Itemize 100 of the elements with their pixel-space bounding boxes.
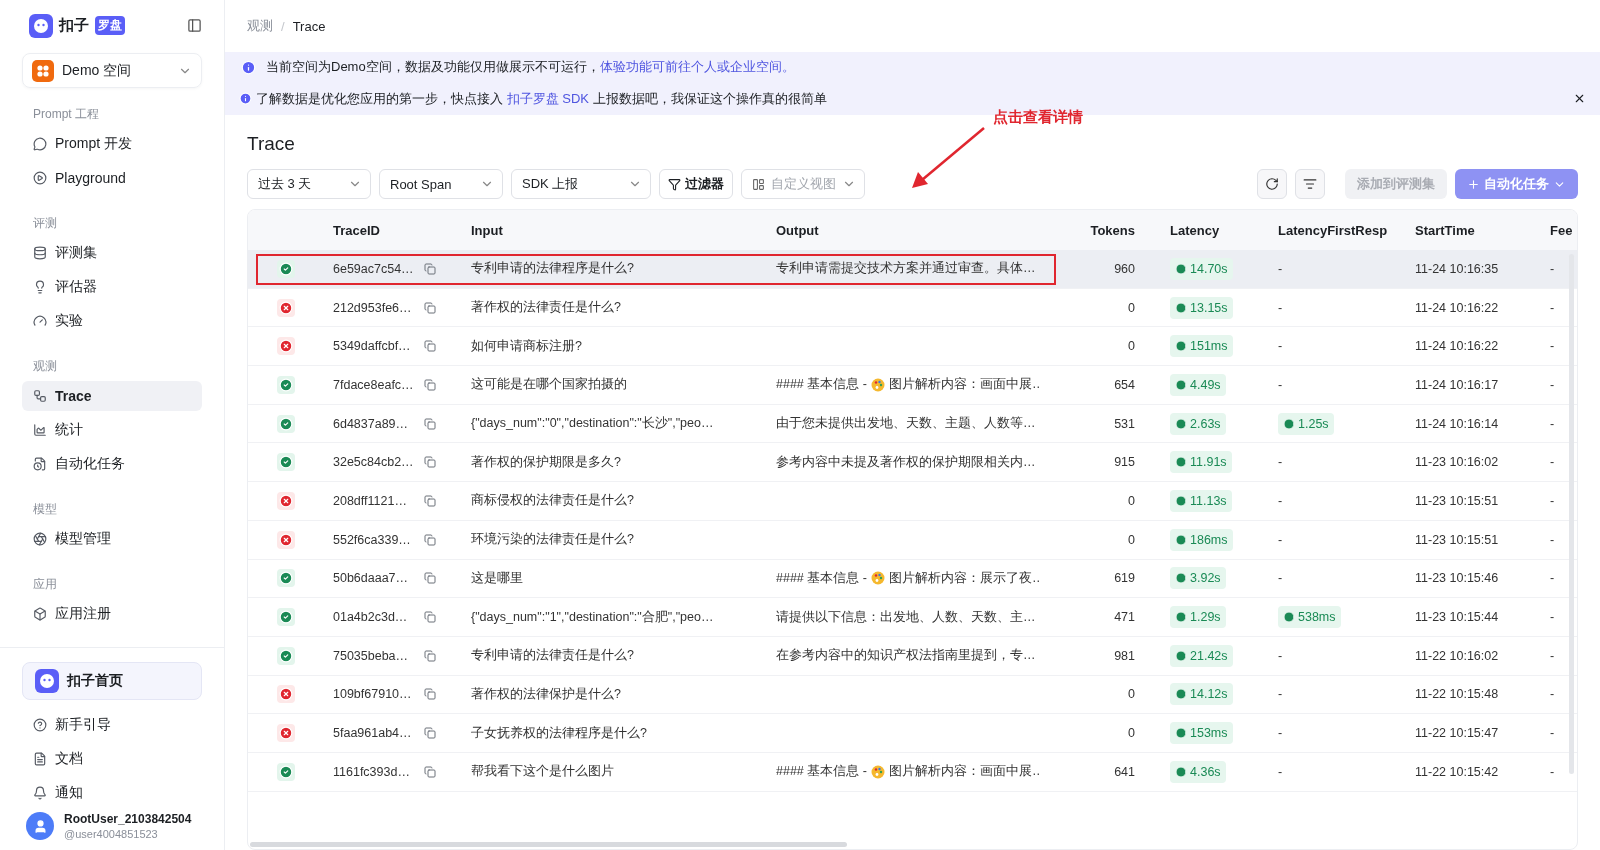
play-icon	[33, 171, 47, 185]
database-icon	[33, 246, 47, 260]
input-text: 商标侵权的法律责任是什么?	[471, 492, 634, 510]
output-text: #### 基本信息 -	[776, 569, 867, 587]
input-text: 专利申请的法律程序是什么?	[471, 260, 634, 278]
tokens-count: 960	[1114, 261, 1135, 276]
empty-value: -	[1278, 726, 1283, 741]
avatar[interactable]	[26, 812, 54, 840]
start-time: 11-24 10:16:35	[1415, 261, 1499, 276]
brand-name: 扣子	[59, 16, 89, 36]
latency-badge: 13.15s	[1170, 296, 1233, 319]
brand-tag: 罗盘	[95, 16, 125, 36]
column-header: StartTime	[1414, 222, 1476, 238]
nav-item[interactable]: 模型管理	[22, 524, 202, 554]
nav-item[interactable]: 应用注册	[22, 599, 202, 629]
nav-item[interactable]: 自动化任务	[22, 449, 202, 479]
home-link[interactable]: 扣子首页	[22, 662, 202, 700]
input-text: 帮我看下这个是什么图片	[471, 763, 614, 781]
nav-item[interactable]: Prompt 开发	[22, 129, 202, 159]
breadcrumb-separator: /	[281, 18, 285, 34]
column-header: Fee	[1549, 222, 1574, 238]
gauge-icon	[33, 314, 47, 328]
fee-value: -	[1550, 416, 1555, 431]
workspace-select[interactable]: Demo 空间	[22, 53, 202, 88]
tokens-count: 0	[1128, 300, 1135, 315]
fee-value: -	[1550, 300, 1555, 315]
tokens-count: 0	[1128, 726, 1135, 741]
input-text: 著作权的保护期限是多久?	[471, 453, 621, 471]
tokens-count: 0	[1128, 532, 1135, 547]
empty-value: -	[1278, 377, 1283, 392]
latency-badge: 14.70s	[1170, 257, 1233, 280]
start-time: 11-22 10:16:02	[1415, 648, 1499, 663]
nav-item[interactable]: 评估器	[22, 272, 202, 302]
scrollbar[interactable]	[1569, 254, 1574, 774]
fee-value: -	[1550, 493, 1555, 508]
input-text: 环境污染的法律责任是什么?	[471, 531, 634, 549]
breadcrumb-current: Trace	[292, 18, 326, 34]
fee-value: -	[1550, 726, 1555, 741]
nav-section-label: 观测	[32, 358, 58, 375]
trace-id: 5349daffcbf…	[333, 339, 411, 354]
logo-icon	[35, 669, 59, 693]
input-text: {"days_num":"0","destination":"长沙","peo…	[471, 415, 714, 433]
nav-item[interactable]: 评测集	[22, 238, 202, 268]
fee-value: -	[1550, 339, 1555, 354]
start-time: 11-23 10:15:46	[1415, 571, 1499, 586]
fee-value: -	[1550, 455, 1555, 470]
close-icon[interactable]	[1573, 92, 1586, 105]
input-text: 子女抚养权的法律程序是什么?	[471, 724, 647, 742]
nav-item[interactable]: 通知	[22, 778, 202, 808]
tokens-count: 981	[1114, 648, 1135, 663]
filter-select[interactable]: Root Span	[379, 169, 503, 199]
notice-link[interactable]: 扣子罗盘 SDK	[506, 90, 589, 106]
column-settings-button[interactable]	[1295, 169, 1325, 199]
nav-section-label: Prompt 工程	[32, 106, 100, 123]
page-title: Trace	[247, 133, 296, 155]
success-icon	[277, 569, 295, 588]
filter-select[interactable]: 过去 3 天	[247, 169, 371, 199]
nav-item[interactable]: Trace	[22, 381, 202, 411]
input-text: {"days_num":"1","destination":"合肥","peo…	[471, 608, 714, 626]
latency-badge: 186ms	[1170, 528, 1233, 551]
output-text: 专利申请需提交技术方案并通过审查。具体…	[776, 260, 1036, 278]
filter-button[interactable]: 过滤器	[659, 169, 733, 199]
trace-id: 212d953fe6…	[333, 300, 412, 315]
filter-select[interactable]: SDK 上报	[511, 169, 651, 199]
column-header: Tokens	[1089, 222, 1136, 238]
fee-value: -	[1550, 610, 1555, 625]
scrollbar[interactable]	[250, 842, 847, 847]
notice-link[interactable]: 体验功能可前往个人或企业空间。	[599, 59, 795, 74]
latency-badge: 21.42s	[1170, 644, 1233, 667]
aperture-icon	[33, 532, 47, 546]
column-header: TraceID	[332, 222, 381, 238]
list-settings-icon	[1303, 177, 1317, 191]
tokens-count: 0	[1128, 687, 1135, 702]
fee-value: -	[1550, 377, 1555, 392]
fee-value: -	[1550, 764, 1555, 779]
nav-item[interactable]: 文档	[22, 744, 202, 774]
nav-item[interactable]: 新手引导	[22, 710, 202, 740]
table-row[interactable]: 6e59ac7c54… 专利申请的法律程序是什么? 专利申请需提交技术方案并通过审查。具体… 960 14.70s - 11-24 10:16:35 -	[248, 250, 1577, 289]
info-icon	[239, 92, 252, 105]
user-name: RootUser_2103842504	[64, 812, 192, 826]
error-icon	[277, 337, 295, 356]
output-text: 请提供以下信息：出发地、人数、天数、主…	[776, 608, 1036, 626]
latency-badge: 11.91s	[1170, 451, 1232, 474]
trace-id: 32e5c84cb2…	[333, 455, 414, 470]
nav-item[interactable]: Playground	[22, 163, 202, 193]
trace-id: 552f6ca339…	[333, 532, 411, 547]
logo-icon	[29, 13, 53, 38]
workspace-icon	[32, 59, 54, 82]
start-time: 11-24 10:16:22	[1415, 339, 1499, 354]
refresh-button[interactable]	[1257, 169, 1287, 199]
latency-badge: 538ms	[1278, 606, 1341, 629]
trace-id: 6d4837a89…	[333, 416, 409, 431]
empty-value: -	[1278, 339, 1283, 354]
sidebar-toggle-icon[interactable]	[187, 18, 202, 34]
nav-item[interactable]: 实验	[22, 306, 202, 336]
fee-value: -	[1550, 648, 1555, 663]
empty-value: -	[1278, 532, 1283, 547]
area-chart-icon	[33, 423, 47, 437]
trace-id: 208dff1121…	[333, 493, 407, 508]
nav-item[interactable]: 统计	[22, 415, 202, 445]
